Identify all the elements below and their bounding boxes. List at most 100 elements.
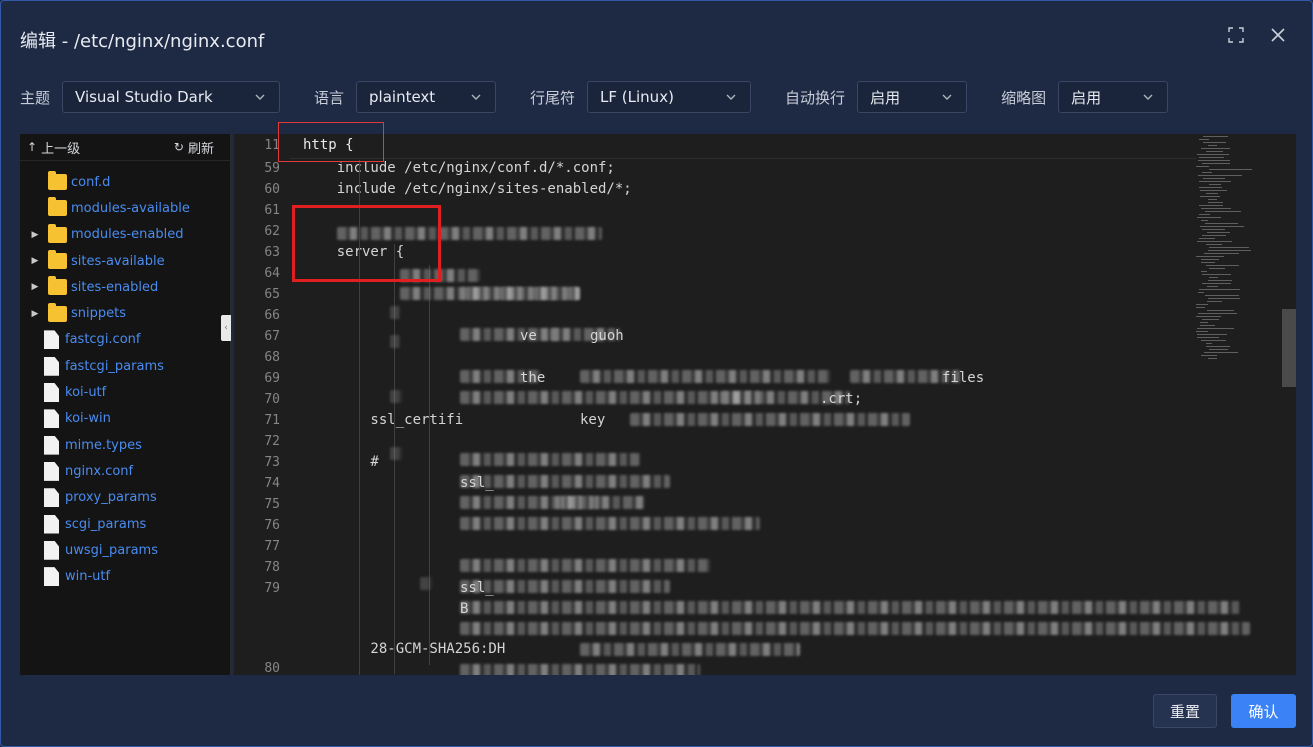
minimap-label: 缩略图: [1001, 88, 1047, 107]
minimap-line: [1198, 292, 1204, 293]
line-number: 61: [264, 203, 280, 218]
file-icon: [44, 567, 59, 587]
line-number: 68: [264, 350, 280, 365]
dialog-title: 编辑 - /etc/nginx/nginx.conf: [20, 31, 265, 52]
expand-arrow-icon[interactable]: ▶: [28, 230, 42, 240]
minimap-line: [1206, 265, 1239, 266]
file-item[interactable]: win-utf: [20, 563, 230, 589]
up-level-label: 上一级: [41, 141, 81, 157]
line-number: 63: [264, 245, 280, 260]
arrow-up-icon: ↑: [27, 140, 38, 154]
folder-item[interactable]: ▶ sites-available: [20, 248, 230, 274]
folder-item[interactable]: modules-available: [20, 195, 230, 221]
reset-button[interactable]: 重置: [1153, 694, 1217, 728]
obfuscated-code: [390, 335, 400, 348]
file-item[interactable]: proxy_params: [20, 485, 230, 511]
minimap-line: [1208, 202, 1223, 203]
file-name: win-utf: [65, 569, 111, 585]
code-line: include /etc/nginx/sites-enabled/*;: [303, 181, 632, 197]
eol-select[interactable]: LF (Linux): [587, 81, 752, 113]
expand-arrow-icon[interactable]: ▶: [28, 256, 42, 266]
minimap-line: [1203, 142, 1226, 143]
folder-item[interactable]: conf.d: [20, 169, 230, 195]
line-number: 67: [264, 329, 280, 344]
language-select[interactable]: plaintext: [356, 81, 497, 113]
close-icon[interactable]: [1270, 27, 1288, 45]
file-panel: ↑ 上一级 ↻ 刷新 conf.d modules-available ▶ modul…: [20, 134, 231, 675]
minimap-line: [1199, 205, 1223, 206]
minimap-line: [1207, 310, 1234, 311]
vertical-scrollbar[interactable]: [1282, 309, 1296, 387]
obfuscated-code: [460, 391, 760, 404]
minimap-line: [1197, 154, 1229, 155]
file-item[interactable]: koi-utf: [20, 379, 230, 405]
wrap-select[interactable]: 启用: [857, 81, 968, 113]
minimap-line: [1209, 169, 1252, 170]
minimap-line: [1196, 304, 1208, 305]
line-number: 71: [264, 413, 280, 428]
theme-label: 主题: [20, 88, 51, 107]
file-name: mime.types: [65, 437, 142, 453]
file-icon: [44, 409, 59, 429]
file-name: scgi_params: [65, 516, 147, 532]
code-fragment: files: [942, 370, 985, 386]
minimap-line: [1200, 190, 1227, 191]
minimap-line: [1199, 139, 1209, 140]
minimap[interactable]: [1196, 134, 1282, 675]
file-item[interactable]: fastcgi_params: [20, 353, 230, 379]
collapse-panel-handle[interactable]: ‹: [221, 315, 231, 341]
folder-item[interactable]: ▶ snippets: [20, 300, 230, 326]
minimap-line: [1196, 256, 1224, 257]
obfuscated-code: [390, 447, 402, 460]
expand-arrow-icon[interactable]: ▶: [28, 282, 42, 292]
obfuscated-code: [460, 328, 560, 341]
obfuscated-code: [580, 643, 800, 656]
theme-value: Visual Studio Dark: [75, 88, 213, 106]
minimap-line: [1202, 274, 1231, 275]
expand-arrow-icon[interactable]: ▶: [28, 309, 42, 319]
obfuscated-code: [460, 664, 700, 675]
minimap-line: [1209, 277, 1218, 278]
file-item[interactable]: nginx.conf: [20, 458, 230, 484]
chevron-down-icon: [471, 94, 481, 100]
folder-icon: [48, 197, 67, 217]
file-item[interactable]: fastcgi.conf: [20, 327, 230, 353]
folder-item[interactable]: ▶ modules-enabled: [20, 222, 230, 248]
folder-item[interactable]: ▶ sites-enabled: [20, 274, 230, 300]
minimap-line: [1203, 136, 1228, 137]
minimap-line: [1201, 355, 1217, 356]
fullscreen-icon[interactable]: [1228, 27, 1246, 45]
code-fragment: ssl_: [460, 580, 494, 596]
file-icon: [44, 488, 59, 508]
up-level-button[interactable]: ↑ 上一级: [27, 138, 80, 157]
indent-guide: [429, 265, 430, 665]
minimap-line: [1200, 196, 1220, 197]
line-number: 69: [264, 371, 280, 386]
file-item[interactable]: mime.types: [20, 432, 230, 458]
file-item[interactable]: scgi_params: [20, 511, 230, 537]
minimap-line: [1198, 160, 1230, 161]
obfuscated-code: [630, 413, 910, 426]
file-name: proxy_params: [65, 490, 157, 506]
minimap-line: [1201, 208, 1231, 209]
theme-select[interactable]: Visual Studio Dark: [62, 81, 281, 113]
line-number-gutter: 11 59 60 61 62 63 64 65 66 67 68 69 70 71 72 73 74 75 76 77…: [234, 134, 290, 675]
code-fragment: B: [460, 601, 469, 617]
minimap-line: [1204, 352, 1238, 353]
minimap-line: [1208, 199, 1217, 200]
code-line: #: [303, 454, 379, 470]
minimap-line: [1206, 244, 1222, 245]
minimap-select[interactable]: 启用: [1058, 81, 1169, 113]
folder-icon: [48, 250, 67, 270]
file-name: sites-enabled: [71, 279, 159, 295]
refresh-button[interactable]: ↻ 刷新: [174, 138, 214, 157]
confirm-button[interactable]: 确认: [1231, 694, 1296, 728]
minimap-line: [1202, 172, 1212, 173]
file-icon: [44, 461, 59, 481]
line-number: 72: [264, 434, 280, 449]
line-number: 77: [264, 539, 280, 554]
minimap-line: [1199, 157, 1224, 158]
minimap-line: [1197, 334, 1227, 335]
file-item[interactable]: uwsgi_params: [20, 537, 230, 563]
file-item[interactable]: koi-win: [20, 406, 230, 432]
